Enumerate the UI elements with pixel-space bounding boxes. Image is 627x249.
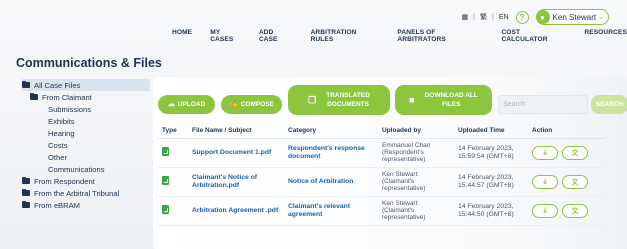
tree-label: From eBRAM: [34, 200, 80, 210]
download-button[interactable]: ⤓: [532, 145, 558, 160]
nav-panels-of-arbitrators[interactable]: PANELS OF ARBITRATORS: [397, 29, 484, 43]
compose-button[interactable]: ✍ COMPOSE: [221, 95, 282, 114]
page-title: Communications & Files: [16, 56, 162, 70]
tree-label: From Respondent: [34, 176, 95, 186]
tree-item-all-case-files[interactable]: All Case Files: [22, 79, 150, 91]
translate-icon: 文: [571, 149, 579, 157]
search-button[interactable]: SEARCH: [591, 95, 627, 114]
tree-label: From Claimant: [42, 92, 92, 102]
excel-file-icon: [162, 147, 169, 156]
utility-bar: ▦ | 繁 | EN ? ● Ken Stewart ⌄: [462, 8, 609, 26]
main-nav: HOME MY CASES ADD CASE ARBITRATION RULES…: [172, 29, 627, 43]
nav-add-case[interactable]: ADD CASE: [259, 29, 294, 43]
tree-label: Hearing: [48, 128, 75, 138]
folder-open-icon: [22, 80, 30, 88]
col-type[interactable]: Type: [158, 123, 188, 139]
folder-open-icon: [30, 92, 38, 100]
excel-file-icon: [162, 205, 169, 214]
tree-item-other[interactable]: Other: [22, 151, 150, 163]
folder-download-icon: ■: [409, 94, 415, 105]
tree-item-exhibits[interactable]: Exhibits: [22, 115, 150, 127]
table-row: Claimant's Notice of Arbitration.pdf Not…: [158, 167, 605, 197]
user-avatar-icon: ●: [535, 10, 550, 24]
file-category: Claimant's relevant agreement: [284, 196, 378, 226]
tree-item-submissions[interactable]: Submissions: [22, 103, 150, 115]
search-input[interactable]: Search: [498, 95, 588, 114]
uploaded-by: Ken Stewart (Claimant's representative): [378, 167, 454, 197]
translate-icon: 文: [571, 207, 579, 215]
compose-icon: ✍: [229, 101, 238, 108]
nav-resources[interactable]: RESOURCES: [584, 29, 627, 43]
tree-label: Communications: [48, 164, 105, 174]
translated-documents-button[interactable]: ❐ TRANSLATED DOCUMENTS: [288, 85, 390, 115]
col-action: Action: [528, 123, 605, 139]
tree-item-hearing[interactable]: Hearing: [22, 127, 150, 139]
col-category[interactable]: Category: [284, 123, 378, 139]
download-icon: ⤓: [543, 177, 547, 185]
tree-item-from-respondent[interactable]: From Respondent: [22, 175, 150, 187]
tree-item-from-claimant[interactable]: From Claimant: [22, 91, 150, 103]
col-uploaded-time[interactable]: Uploaded Time: [454, 123, 528, 139]
uploaded-time: 14 February 2023, 15:44:57 (GMT+8): [454, 167, 528, 197]
translate-button[interactable]: 文: [562, 145, 588, 160]
folder-icon: [22, 176, 30, 184]
tree-item-communications[interactable]: Communications: [22, 163, 150, 175]
files-table: Type File Name / Subject Category Upload…: [158, 123, 605, 226]
menu-grid-icon[interactable]: ▦: [462, 13, 469, 21]
uploaded-by: Emmanuel Chan (Respondent's representati…: [378, 138, 454, 168]
translate-button[interactable]: 文: [562, 203, 588, 218]
download-icon: ⤓: [543, 206, 547, 214]
col-uploaded-by[interactable]: Uploaded by: [378, 123, 454, 139]
file-name-link[interactable]: Claimant's Notice of Arbitration.pdf: [188, 167, 284, 197]
col-file-name[interactable]: File Name / Subject: [188, 123, 284, 139]
help-icon[interactable]: ?: [515, 10, 529, 24]
folder-tree: All Case Files From Claimant Submissions…: [22, 79, 150, 211]
table-header-row: Type File Name / Subject Category Upload…: [158, 123, 605, 139]
uploaded-time: 14 February 2023, 15:59:54 (GMT+8): [454, 138, 528, 168]
nav-cost-calculator[interactable]: COST CALCULATOR: [501, 29, 567, 43]
download-all-files-button[interactable]: ■ DOWNLOAD ALL FILES: [395, 85, 492, 115]
lang-english[interactable]: EN: [499, 14, 509, 21]
uploaded-time: 14 February 2023, 15:44:50 (GMT+8): [454, 196, 528, 226]
tree-item-from-ebram[interactable]: From eBRAM: [22, 199, 150, 211]
user-menu[interactable]: ● Ken Stewart ⌄: [535, 9, 609, 25]
user-name: Ken Stewart: [552, 12, 597, 22]
table-row: Arbitration Agreement .pdf Claimant's re…: [158, 196, 605, 226]
file-category: Respondent's response document: [284, 138, 378, 168]
upload-button[interactable]: ☁ UPLOAD: [158, 95, 215, 114]
files-panel: ☁ UPLOAD ✍ COMPOSE ❐ TRANSLATED DOCUMENTS…: [153, 77, 627, 249]
table-row: Support Document 1.pdf Respondent's resp…: [158, 138, 605, 168]
upload-icon: ☁: [167, 101, 175, 108]
tree-item-costs[interactable]: Costs: [22, 139, 150, 151]
tree-label: From the Arbitral Tribunal: [34, 188, 120, 198]
translate-icon: ❐: [308, 94, 317, 105]
nav-arbitration-rules[interactable]: ARBITRATION RULES: [311, 29, 381, 43]
file-name-link[interactable]: Support Document 1.pdf: [188, 138, 284, 168]
tree-label: Other: [48, 152, 67, 162]
tree-label: Costs: [48, 140, 68, 150]
excel-file-icon: [162, 176, 169, 185]
lang-traditional-chinese[interactable]: 繁: [480, 12, 487, 22]
nav-home[interactable]: HOME: [172, 29, 192, 43]
tree-item-from-tribunal[interactable]: From the Arbitral Tribunal: [22, 187, 150, 199]
chevron-down-icon: ⌄: [598, 14, 604, 21]
tree-label: Exhibits: [48, 116, 75, 126]
page: ▦ | 繁 | EN ? ● Ken Stewart ⌄ HOME MY CAS…: [0, 0, 627, 249]
translate-button[interactable]: 文: [562, 174, 588, 189]
translate-icon: 文: [571, 178, 579, 186]
folder-icon: [22, 200, 30, 208]
folder-icon: [22, 188, 30, 196]
tree-label: Submissions: [48, 104, 92, 114]
file-category: Notice of Arbitration: [284, 167, 378, 197]
file-name-link[interactable]: Arbitration Agreement .pdf: [188, 196, 284, 226]
download-button[interactable]: ⤓: [532, 174, 558, 189]
download-button[interactable]: ⤓: [532, 203, 558, 218]
tree-label: All Case Files: [34, 80, 81, 90]
download-icon: ⤓: [543, 148, 547, 156]
uploaded-by: Ken Stewart (Claimant's representative): [378, 196, 454, 226]
nav-my-cases[interactable]: MY CASES: [210, 29, 245, 43]
